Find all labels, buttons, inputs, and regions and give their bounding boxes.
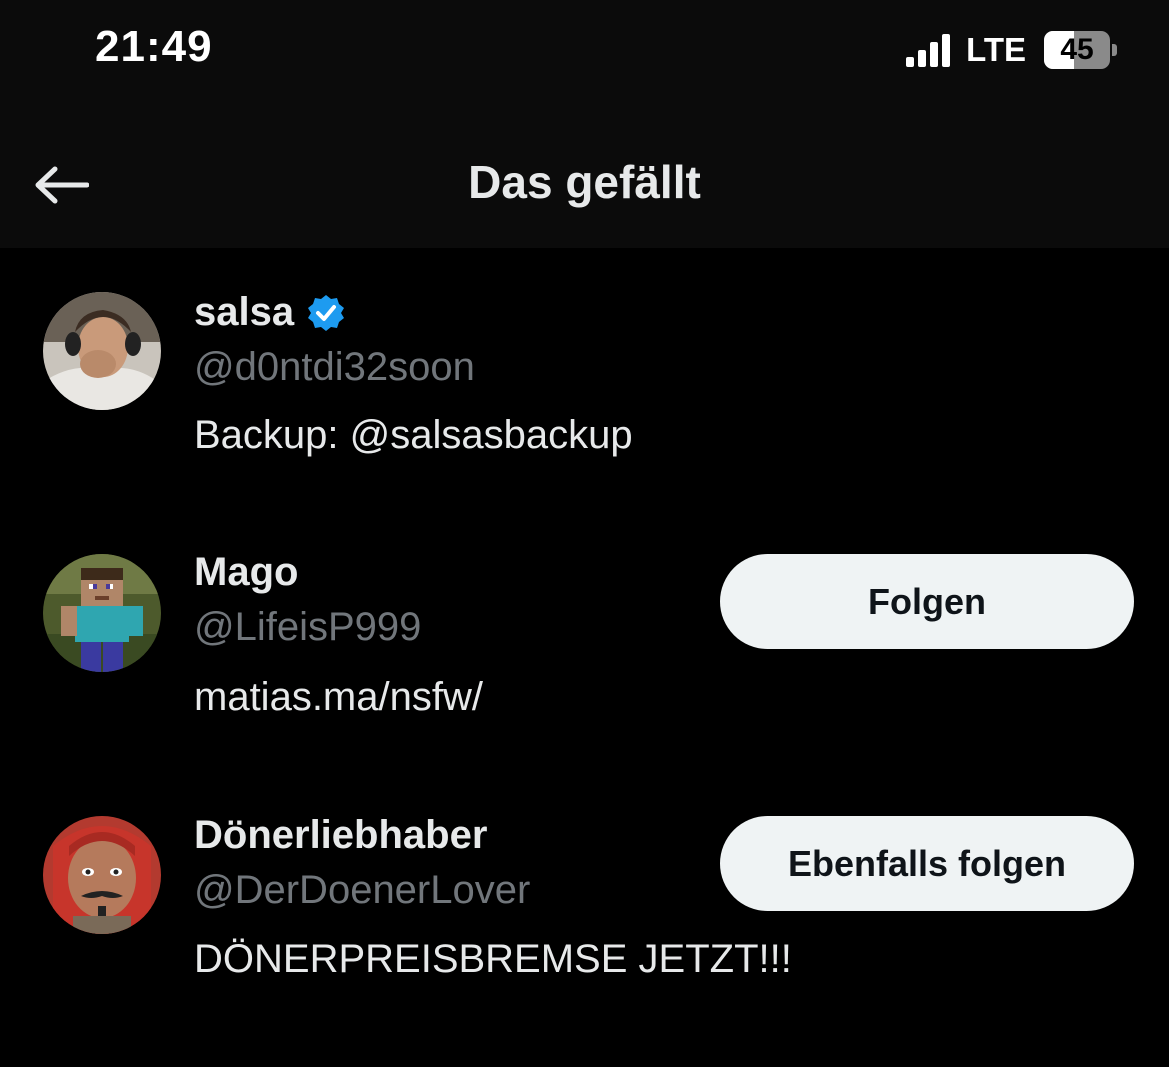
- status-time: 21:49: [95, 22, 213, 71]
- avatar-cartoon-character: [43, 816, 161, 934]
- avatar[interactable]: [43, 554, 161, 672]
- verified-badge-icon: [308, 294, 345, 331]
- user-handle: @DerDoenerLover: [194, 868, 531, 912]
- user-display-name: Mago: [194, 550, 299, 594]
- user-list-item[interactable]: Dönerliebhaber @DerDoenerLover DÖNERPREI…: [0, 808, 1169, 998]
- user-list-item[interactable]: salsa @d0ntdi32soon Backup: @salsasbacku…: [0, 280, 1169, 480]
- user-handle: @d0ntdi32soon: [194, 345, 475, 389]
- likes-page: 21:49 LTE 45 Das gefällt salsa @d0ntdi32…: [0, 0, 1169, 1067]
- user-bio: Backup: @salsasbackup: [194, 413, 633, 457]
- user-display-name: salsa: [194, 290, 295, 334]
- avatar-photo-salsa: [43, 292, 161, 410]
- user-list-item[interactable]: Mago @LifeisP999 matias.ma/nsfw/ Folgen: [0, 545, 1169, 735]
- user-bio: DÖNERPREISBREMSE JETZT!!!: [194, 937, 792, 981]
- battery-icon: 45: [1044, 31, 1117, 69]
- user-handle: @LifeisP999: [194, 605, 422, 649]
- avatar[interactable]: [43, 292, 161, 410]
- avatar[interactable]: [43, 816, 161, 934]
- avatar-minecraft-character: [43, 554, 161, 672]
- follow-back-button[interactable]: Ebenfalls folgen: [720, 816, 1134, 911]
- user-bio: matias.ma/nsfw/: [194, 675, 483, 719]
- top-bar: 21:49 LTE 45 Das gefällt: [0, 0, 1169, 248]
- user-display-name: Dönerliebhaber: [194, 813, 488, 857]
- follow-button[interactable]: Folgen: [720, 554, 1134, 649]
- battery-percentage: 45: [1060, 33, 1094, 66]
- status-indicators: LTE 45: [906, 30, 1117, 70]
- cellular-signal-icon: [906, 33, 951, 67]
- network-label: LTE: [966, 31, 1026, 68]
- page-title: Das gefällt: [468, 156, 701, 208]
